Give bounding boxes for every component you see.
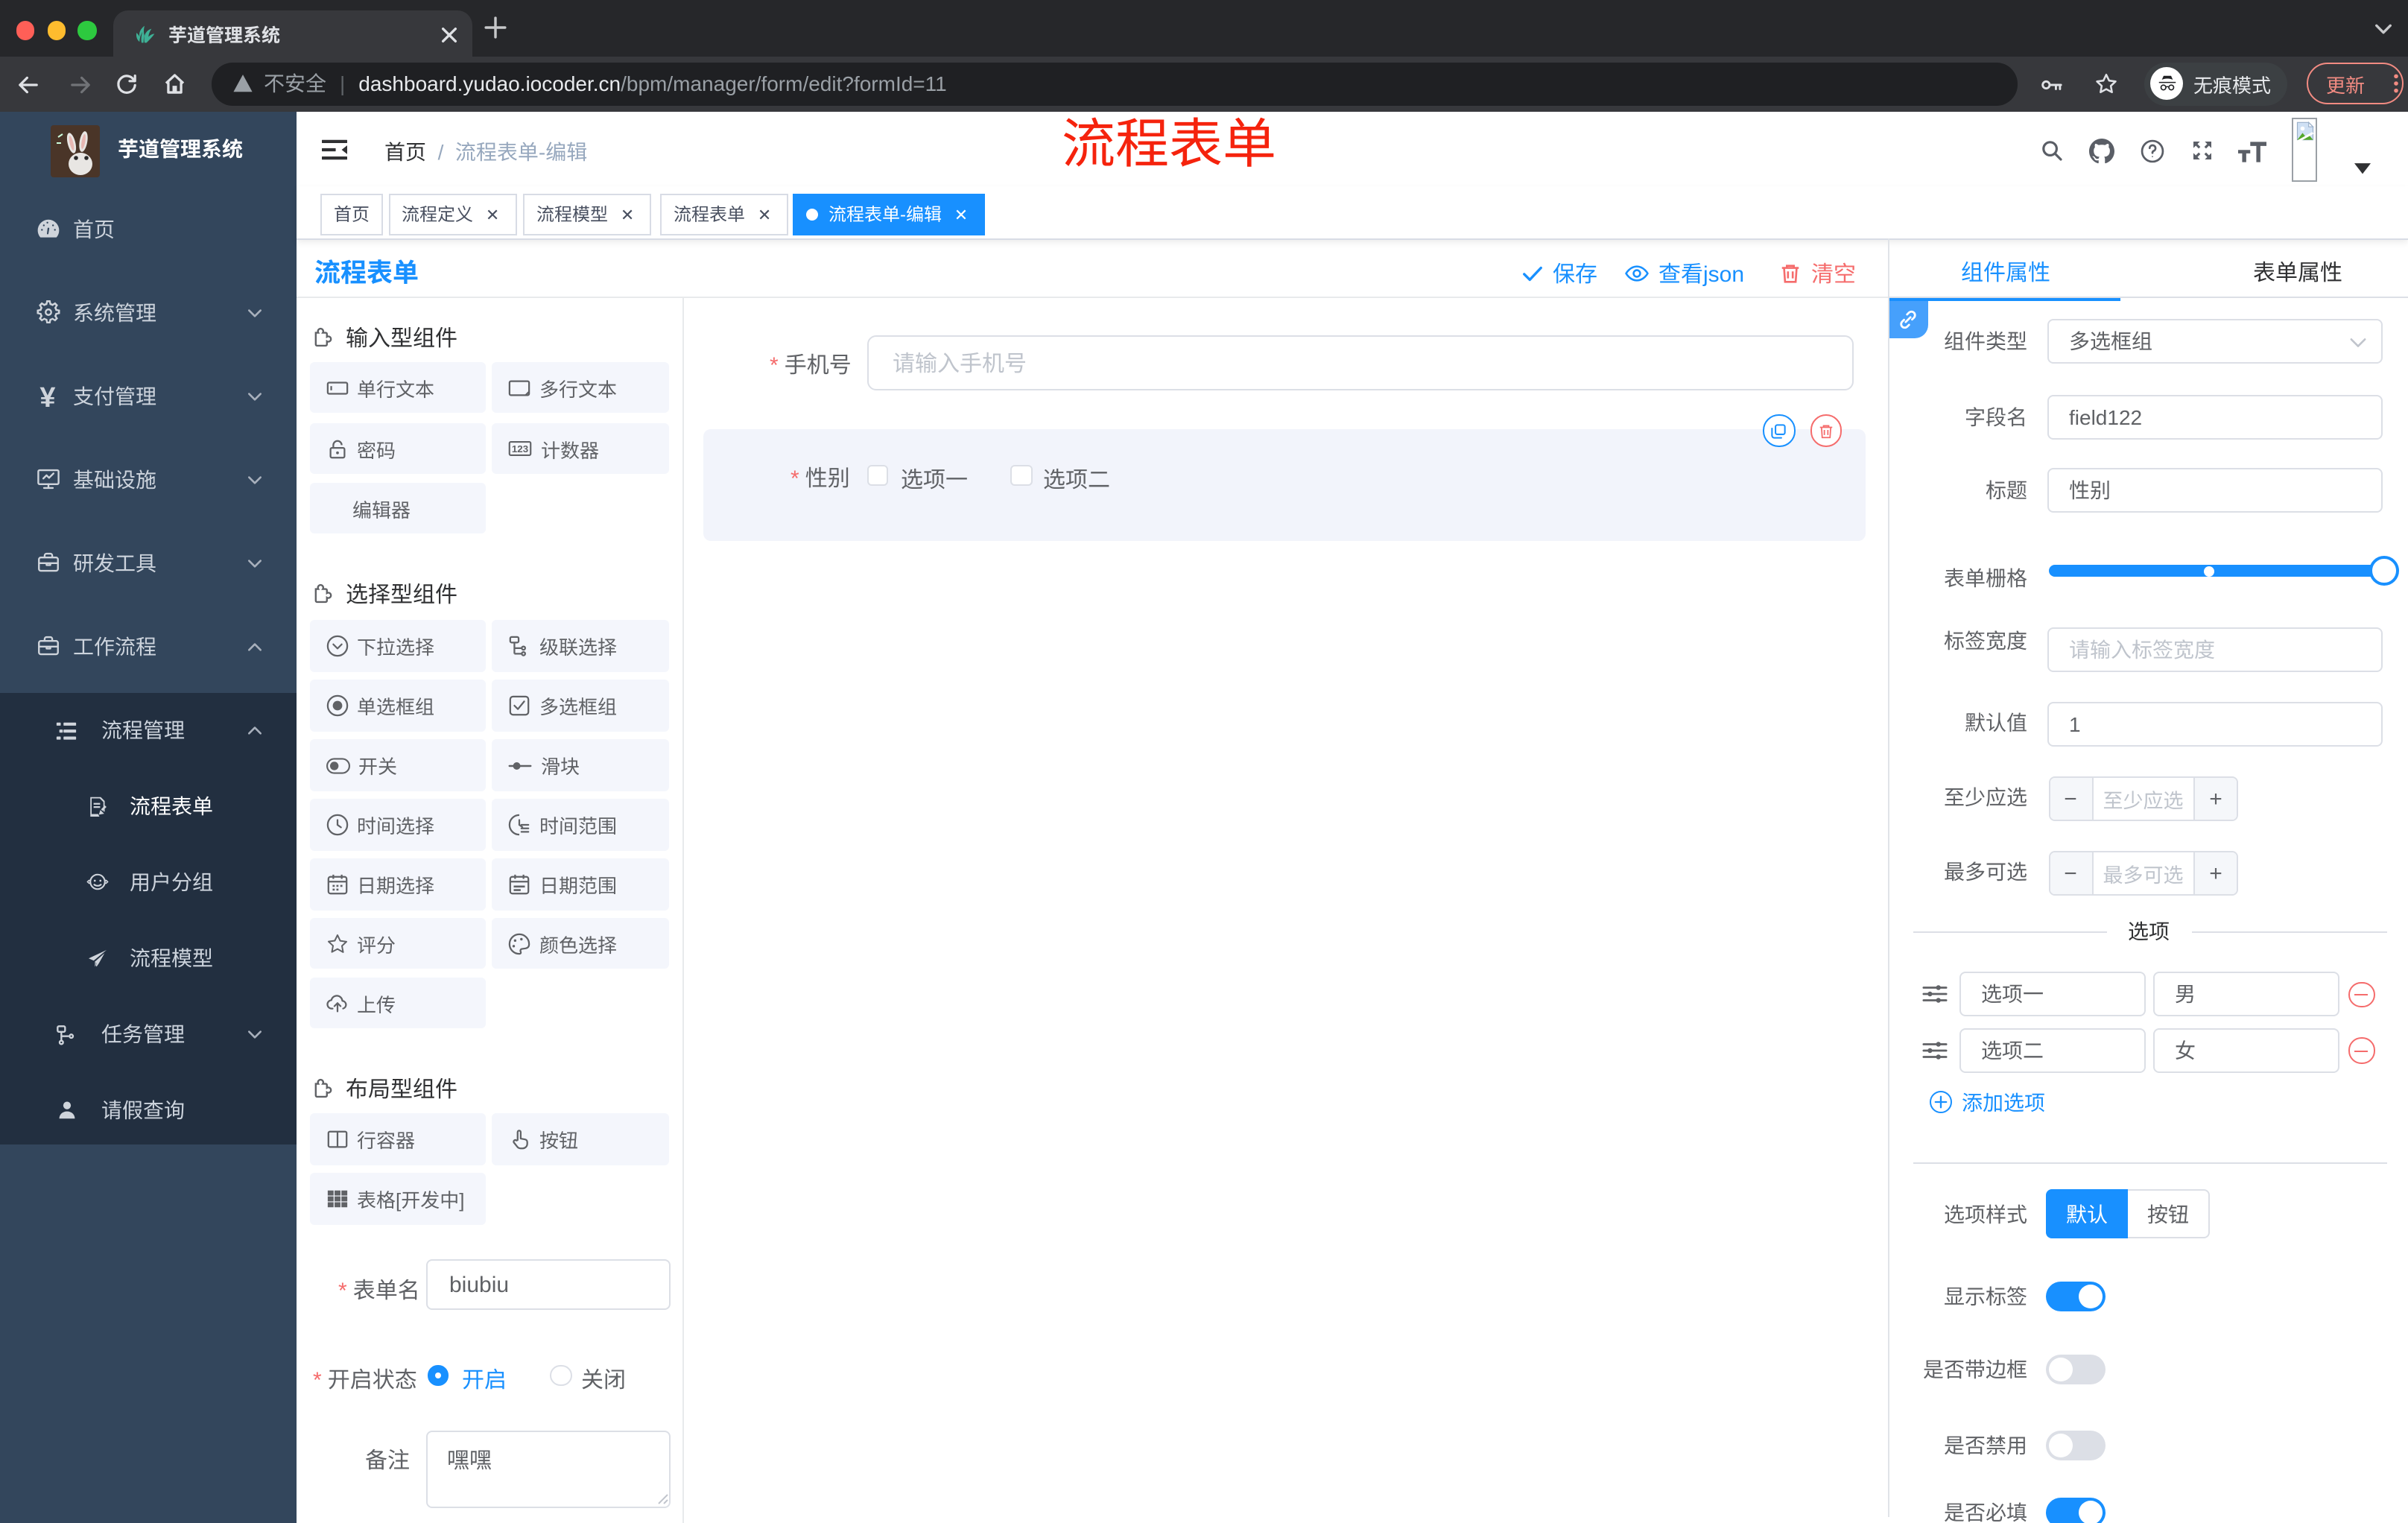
svg-text:123: 123: [512, 443, 528, 455]
